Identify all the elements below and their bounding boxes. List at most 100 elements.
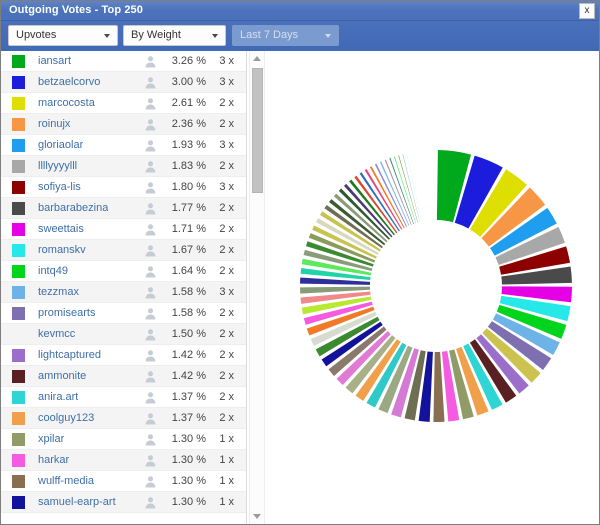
voter-username[interactable]: anira.art xyxy=(38,391,78,403)
vote-percent: 3.26 % xyxy=(171,55,206,67)
vote-count: 2 x xyxy=(219,412,234,424)
voter-username[interactable]: llllyyyylll xyxy=(38,160,77,172)
list-scrollbar[interactable] xyxy=(249,51,265,524)
vote-count: 1 x xyxy=(219,475,234,487)
color-swatch xyxy=(12,118,25,131)
vote-percent: 1.80 % xyxy=(171,181,206,193)
donut-segment[interactable] xyxy=(402,154,420,223)
table-row[interactable]: betzaelcorvo 3.00 % 3 x xyxy=(1,72,246,93)
vote-percent: 1.37 % xyxy=(171,412,206,424)
color-swatch xyxy=(12,55,25,68)
voter-username[interactable]: romanskv xyxy=(38,244,86,256)
voter-username[interactable]: kevmcc xyxy=(38,328,75,340)
table-row[interactable]: ammonite 1.42 % 2 x xyxy=(1,366,246,387)
color-swatch xyxy=(12,202,25,215)
person-icon xyxy=(144,328,157,341)
voter-username[interactable]: sweettais xyxy=(38,223,84,235)
table-row[interactable]: barbarabezina 1.77 % 2 x xyxy=(1,198,246,219)
table-row[interactable]: llllyyyylll 1.83 % 2 x xyxy=(1,156,246,177)
chevron-down-icon xyxy=(212,34,218,38)
table-row[interactable]: iansart 3.26 % 3 x xyxy=(1,51,246,72)
table-row[interactable]: anira.art 1.37 % 2 x xyxy=(1,387,246,408)
voter-username[interactable]: barbarabezina xyxy=(38,202,108,214)
voter-username[interactable]: marcocosta xyxy=(38,97,95,109)
vote-count: 2 x xyxy=(219,118,234,130)
table-row[interactable]: sweettais 1.71 % 2 x xyxy=(1,219,246,240)
voter-username[interactable]: ammonite xyxy=(38,370,86,382)
color-swatch xyxy=(12,97,25,110)
voter-username[interactable]: samuel-earp-art xyxy=(38,496,116,508)
voter-username[interactable]: harkar xyxy=(38,454,69,466)
table-row[interactable]: kevmcc 1.50 % 2 x xyxy=(1,324,246,345)
time-range-value: Last 7 Days xyxy=(240,29,299,41)
color-swatch xyxy=(12,139,25,152)
voter-username[interactable]: xpilar xyxy=(38,433,64,445)
table-row[interactable]: marcocosta 2.61 % 2 x xyxy=(1,93,246,114)
filter-toolbar: Upvotes By Weight Last 7 Days xyxy=(1,21,599,51)
table-row[interactable]: xpilar 1.30 % 1 x xyxy=(1,429,246,450)
vote-percent: 1.30 % xyxy=(171,496,206,508)
color-swatch xyxy=(12,244,25,257)
table-row[interactable]: samuel-earp-art 1.30 % 1 x xyxy=(1,492,246,513)
vote-percent: 1.30 % xyxy=(171,475,206,487)
vote-count: 1 x xyxy=(219,433,234,445)
table-row[interactable]: sofiya-lis 1.80 % 3 x xyxy=(1,177,246,198)
vote-percent: 1.42 % xyxy=(171,370,206,382)
donut-svg xyxy=(300,150,572,423)
voter-username[interactable]: betzaelcorvo xyxy=(38,76,100,88)
sort-mode-value: By Weight xyxy=(131,29,181,41)
voter-username[interactable]: promisearts xyxy=(38,307,95,319)
voter-username[interactable]: intq49 xyxy=(38,265,68,277)
vote-percent: 1.64 % xyxy=(171,265,206,277)
vote-count: 2 x xyxy=(219,391,234,403)
vote-percent: 2.36 % xyxy=(171,118,206,130)
person-icon xyxy=(144,349,157,362)
table-row[interactable]: promisearts 1.58 % 2 x xyxy=(1,303,246,324)
table-row[interactable]: wulff-media 1.30 % 1 x xyxy=(1,471,246,492)
vote-percent: 1.93 % xyxy=(171,139,206,151)
person-icon xyxy=(144,202,157,215)
table-row[interactable]: gloriaolar 1.93 % 3 x xyxy=(1,135,246,156)
voter-username[interactable]: coolguy123 xyxy=(38,412,94,424)
person-icon xyxy=(144,475,157,488)
person-icon xyxy=(144,118,157,131)
table-row[interactable]: coolguy123 1.37 % 2 x xyxy=(1,408,246,429)
voter-username[interactable]: tezzmax xyxy=(38,286,79,298)
vote-count: 3 x xyxy=(219,55,234,67)
vote-count: 2 x xyxy=(219,370,234,382)
vote-percent: 1.71 % xyxy=(171,223,206,235)
votes-window: Outgoing Votes - Top 250 x Upvotes By We… xyxy=(0,0,600,525)
vote-type-dropdown[interactable]: Upvotes xyxy=(8,25,118,46)
scroll-down-button[interactable] xyxy=(250,509,264,524)
donut-segment[interactable] xyxy=(433,351,445,423)
color-swatch xyxy=(12,265,25,278)
scrollbar-thumb[interactable] xyxy=(252,68,263,193)
vote-count: 2 x xyxy=(219,202,234,214)
vote-count: 2 x xyxy=(219,223,234,235)
vote-count: 3 x xyxy=(219,286,234,298)
vote-percent: 1.67 % xyxy=(171,244,206,256)
table-row[interactable]: romanskv 1.67 % 2 x xyxy=(1,240,246,261)
chevron-down-icon xyxy=(325,34,331,38)
voter-username[interactable]: sofiya-lis xyxy=(38,181,81,193)
vote-percent: 1.50 % xyxy=(171,328,206,340)
table-row[interactable]: roinujx 2.36 % 2 x xyxy=(1,114,246,135)
person-icon xyxy=(144,160,157,173)
vote-count: 1 x xyxy=(219,454,234,466)
table-row[interactable]: harkar 1.30 % 1 x xyxy=(1,450,246,471)
table-row[interactable]: tezzmax 1.58 % 3 x xyxy=(1,282,246,303)
vote-type-value: Upvotes xyxy=(16,29,57,41)
voter-username[interactable]: wulff-media xyxy=(38,475,94,487)
voter-username[interactable]: gloriaolar xyxy=(38,139,83,151)
table-row[interactable]: intq49 1.64 % 2 x xyxy=(1,261,246,282)
person-icon xyxy=(144,454,157,467)
voter-username[interactable]: lightcaptured xyxy=(38,349,101,361)
voter-username[interactable]: iansart xyxy=(38,55,71,67)
scroll-up-button[interactable] xyxy=(250,51,264,66)
voter-username[interactable]: roinujx xyxy=(38,118,70,130)
sort-mode-dropdown[interactable]: By Weight xyxy=(123,25,226,46)
person-icon xyxy=(144,370,157,383)
close-icon[interactable]: x xyxy=(579,3,595,19)
table-row[interactable]: lightcaptured 1.42 % 2 x xyxy=(1,345,246,366)
color-swatch xyxy=(12,286,25,299)
